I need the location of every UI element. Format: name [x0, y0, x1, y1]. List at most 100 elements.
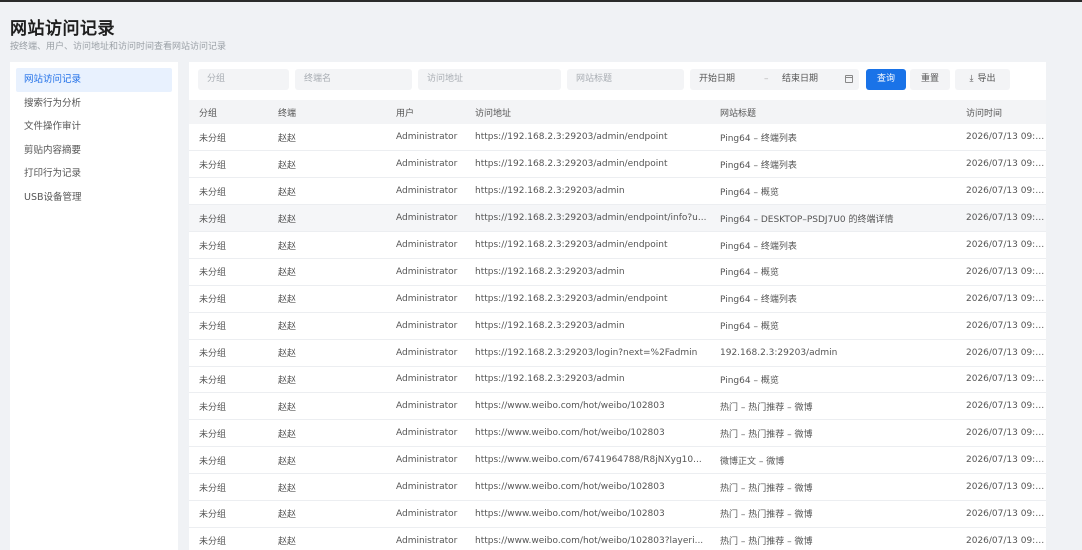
- table-row[interactable]: 未分组 赵赵 Administrator https://192.168.2.3:29…: [189, 312, 1046, 340]
- cell-site-title: Ping64 – 概览: [710, 366, 956, 394]
- column-header-group[interactable]: 分组: [189, 100, 268, 124]
- cell-user: Administrator: [386, 124, 465, 152]
- terminal-filter-input[interactable]: [295, 69, 412, 90]
- cell-user: Administrator: [386, 231, 465, 259]
- cell-visit-time: 2026/07/13 09:49:30: [956, 150, 1046, 179]
- cell-visit-time: 2026/07/13 09:49:04: [956, 177, 1046, 206]
- table-row[interactable]: 未分组 赵赵 Administrator https://192.168.2.3:29…: [189, 339, 1046, 367]
- cell-terminal: 赵赵: [268, 312, 386, 340]
- main-panel: 开始日期 – 结束日期 查询 重置 ⤓导出 分组 终端 用户 访问地址 网站标题…: [189, 62, 1046, 550]
- cell-visit-time: 2026/07/13 09:34:41: [956, 473, 1046, 501]
- cell-visit-time: 2026/07/13 09:48:21: [956, 258, 1046, 286]
- cell-url: https://www.weibo.com/hot/weibo/102803?l…: [465, 527, 710, 550]
- cell-url: https://www.weibo.com/hot/weibo/102803: [465, 419, 710, 448]
- column-header-user[interactable]: 用户: [386, 100, 465, 124]
- cell-site-title: 192.168.2.3:29203/admin: [710, 339, 956, 367]
- table-row[interactable]: 未分组 赵赵 Administrator https://192.168.2.3:29…: [189, 231, 1046, 259]
- column-header-terminal[interactable]: 终端: [268, 100, 386, 124]
- calendar-icon[interactable]: [845, 75, 853, 83]
- table-row[interactable]: 未分组 赵赵 Administrator https://192.168.2.3:29…: [189, 258, 1046, 286]
- table-row[interactable]: 未分组 赵赵 Administrator https://www.weibo.com/…: [189, 473, 1046, 501]
- cell-terminal: 赵赵: [268, 392, 386, 421]
- table-row[interactable]: 未分组 赵赵 Administrator https://192.168.2.3:29…: [189, 366, 1046, 394]
- cell-group: 未分组: [189, 500, 268, 528]
- table-row[interactable]: 未分组 赵赵 Administrator https://www.weibo.com/…: [189, 500, 1046, 528]
- cell-user: Administrator: [386, 285, 465, 313]
- table-row[interactable]: 未分组 赵赵 Administrator https://www.weibo.com/…: [189, 527, 1046, 550]
- cell-url: https://192.168.2.3:29203/admin: [465, 177, 710, 206]
- cell-user: Administrator: [386, 312, 465, 340]
- cell-site-title: Ping64 – 终端列表: [710, 124, 956, 152]
- table-row[interactable]: 未分组 赵赵 Administrator https://192.168.2.3:29…: [189, 177, 1046, 206]
- cell-visit-time: 2026/07/13 09:25:05: [956, 500, 1046, 528]
- sidebar-item-search-analysis[interactable]: 搜索行为分析: [16, 92, 172, 116]
- cell-user: Administrator: [386, 473, 465, 501]
- cell-visit-time: 2026/07/13 09:48:27: [956, 231, 1046, 259]
- visit-records-table: 分组 终端 用户 访问地址 网站标题 访问时间 未分组 赵赵 Administrat…: [189, 100, 1046, 550]
- sidebar-item-usb-management[interactable]: USB设备管理: [16, 186, 172, 210]
- cell-url: https://www.weibo.com/hot/weibo/102803: [465, 392, 710, 421]
- cell-user: Administrator: [386, 177, 465, 206]
- export-button[interactable]: ⤓ 导出: [955, 69, 1010, 90]
- url-filter-input[interactable]: [418, 69, 561, 90]
- cell-group: 未分组: [189, 150, 268, 179]
- cell-terminal: 赵赵: [268, 258, 386, 286]
- cell-group: 未分组: [189, 339, 268, 367]
- cell-group: 未分组: [189, 527, 268, 550]
- table-header-row: 分组 终端 用户 访问地址 网站标题 访问时间: [189, 100, 1046, 124]
- cell-url: https://192.168.2.3:29203/admin: [465, 366, 710, 394]
- cell-group: 未分组: [189, 124, 268, 152]
- cell-url: https://192.168.2.3:29203/admin: [465, 312, 710, 340]
- cell-site-title: Ping64 – 概览: [710, 312, 956, 340]
- table-row[interactable]: 未分组 赵赵 Administrator https://www.weibo.com/…: [189, 392, 1046, 421]
- table-row[interactable]: 未分组 赵赵 Administrator https://www.weibo.com/…: [189, 446, 1046, 475]
- cell-site-title: 热门 – 热门推荐 – 微博: [710, 527, 956, 550]
- group-filter-input[interactable]: [198, 69, 289, 90]
- cell-visit-time: 2026/07/13 09:49:31: [956, 124, 1046, 152]
- cell-visit-time: 2026/07/13 09:48:15: [956, 312, 1046, 340]
- title-filter-input[interactable]: [567, 69, 684, 90]
- cell-visit-time: 2026/07/13 09:48:31: [956, 204, 1046, 233]
- cell-terminal: 赵赵: [268, 366, 386, 394]
- sidebar-item-file-audit[interactable]: 文件操作审计: [16, 115, 172, 139]
- cell-terminal: 赵赵: [268, 231, 386, 259]
- column-header-url[interactable]: 访问地址: [465, 100, 710, 124]
- cell-user: Administrator: [386, 339, 465, 367]
- cell-user: Administrator: [386, 366, 465, 394]
- cell-group: 未分组: [189, 204, 268, 233]
- sidebar: 网站访问记录 搜索行为分析 文件操作审计 剪贴内容摘要 打印行为记录 USB设备…: [10, 62, 178, 550]
- cell-user: Administrator: [386, 500, 465, 528]
- cell-visit-time: 2026/07/13 09:48:11: [956, 366, 1046, 394]
- cell-terminal: 赵赵: [268, 473, 386, 501]
- cell-group: 未分组: [189, 258, 268, 286]
- column-header-site-title[interactable]: 网站标题: [710, 100, 956, 124]
- cell-url: https://www.weibo.com/hot/weibo/102803: [465, 500, 710, 528]
- start-date-field[interactable]: 开始日期: [699, 69, 735, 90]
- cell-site-title: Ping64 – DESKTOP–PSDJ7U0 的终端详情: [710, 204, 956, 233]
- reset-button[interactable]: 重置: [910, 69, 950, 90]
- page-title: 网站访问记录: [10, 19, 115, 39]
- table-row[interactable]: 未分组 赵赵 Administrator https://192.168.2.3:29…: [189, 204, 1046, 233]
- sidebar-item-website-visits[interactable]: 网站访问记录: [16, 68, 172, 92]
- cell-visit-time: 2026/07/13 09:43:22: [956, 392, 1046, 421]
- table-row[interactable]: 未分组 赵赵 Administrator https://192.168.2.3:29…: [189, 150, 1046, 179]
- cell-site-title: 热门 – 热门推荐 – 微博: [710, 419, 956, 448]
- end-date-field[interactable]: 结束日期: [782, 69, 818, 90]
- page-subtitle: 按终端、用户、访问地址和访问时间查看网站访问记录: [10, 42, 227, 52]
- cell-terminal: 赵赵: [268, 204, 386, 233]
- sidebar-item-print-records[interactable]: 打印行为记录: [16, 162, 172, 186]
- cell-site-title: 热门 – 热门推荐 – 微博: [710, 392, 956, 421]
- cell-visit-time: 2026/07/13 09:34:47: [956, 419, 1046, 448]
- cell-group: 未分组: [189, 177, 268, 206]
- cell-group: 未分组: [189, 285, 268, 313]
- table-row[interactable]: 未分组 赵赵 Administrator https://192.168.2.3:29…: [189, 124, 1046, 152]
- query-button[interactable]: 查询: [866, 69, 906, 90]
- cell-user: Administrator: [386, 204, 465, 233]
- cell-terminal: 赵赵: [268, 419, 386, 448]
- table-row[interactable]: 未分组 赵赵 Administrator https://192.168.2.3:29…: [189, 285, 1046, 313]
- sidebar-item-clipboard-summary[interactable]: 剪贴内容摘要: [16, 139, 172, 163]
- column-header-visit-time[interactable]: 访问时间: [956, 100, 1046, 124]
- table-row[interactable]: 未分组 赵赵 Administrator https://www.weibo.com/…: [189, 419, 1046, 448]
- cell-visit-time: 2026/07/13 09:48:18: [956, 285, 1046, 313]
- date-range-picker[interactable]: 开始日期 – 结束日期: [690, 69, 859, 90]
